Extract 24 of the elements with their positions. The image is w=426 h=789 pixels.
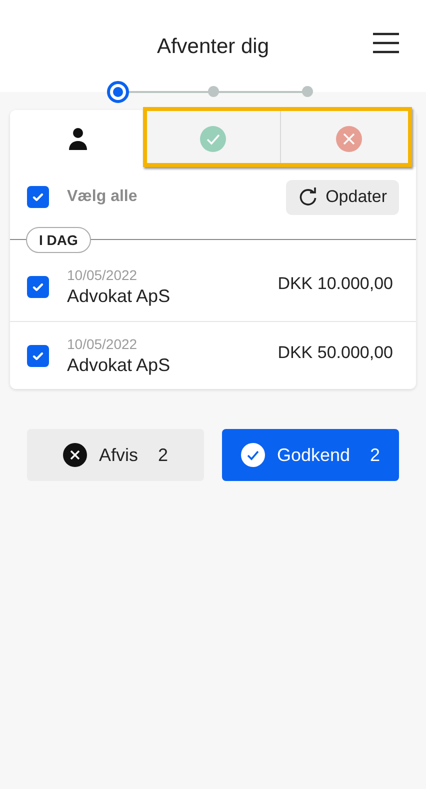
checkbox[interactable] bbox=[27, 344, 49, 366]
reject-button[interactable]: Afvis 2 bbox=[27, 429, 204, 481]
check-circle-icon bbox=[198, 124, 226, 152]
company-name: Advokat ApS bbox=[67, 354, 172, 376]
page-title: Afventer dig bbox=[156, 34, 270, 60]
person-icon bbox=[68, 126, 88, 150]
approve-button[interactable]: Godkend 2 bbox=[222, 429, 399, 481]
refresh-icon bbox=[298, 187, 318, 207]
tab[interactable] bbox=[10, 110, 145, 167]
date-text: 10/05/2022 bbox=[67, 334, 138, 352]
amount-text: DKK 50.000,00 bbox=[278, 342, 393, 364]
checkbox[interactable] bbox=[27, 186, 49, 208]
refresh-button[interactable]: Opdater bbox=[286, 180, 399, 214]
group-label: I DAG bbox=[26, 227, 91, 253]
close-circle-icon bbox=[62, 443, 87, 467]
check-circle-icon bbox=[240, 443, 265, 467]
checkbox[interactable] bbox=[27, 276, 49, 298]
amount-text: DKK 10.000,00 bbox=[278, 273, 393, 296]
date-text: 10/05/2022 bbox=[67, 266, 138, 284]
list-row[interactable]: 10/05/2022 Advokat ApS DKK 50.000,00 bbox=[10, 321, 416, 389]
company-name: Advokat ApS bbox=[67, 285, 172, 308]
menu-icon[interactable] bbox=[373, 32, 399, 54]
list-row[interactable]: 10/05/2022 Advokat ApS DKK 10.000,00 bbox=[10, 253, 416, 321]
close-circle-icon bbox=[334, 124, 362, 152]
